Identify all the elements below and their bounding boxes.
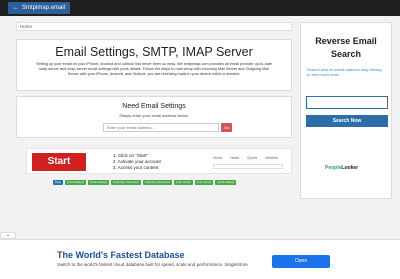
ad-step: 3. Access your content (113, 165, 159, 170)
page-title: Email Settings, SMTP, IMAP Server (55, 45, 253, 59)
settings-form-panel: Need Email Settings Simply enter your em… (16, 96, 292, 138)
ad-nav-item[interactable]: News (230, 156, 239, 160)
ad-banner[interactable]: Start 1. Click on "Start" 2. Activate yo… (26, 148, 292, 174)
sidebar-title: Reverse Email Search (315, 36, 377, 59)
ad-nav: Home News Sports Weather (213, 156, 278, 160)
brand-link[interactable]: ← Smtpimap.email (8, 2, 71, 14)
sidebar-lead: Search who an email address may belong t… (307, 67, 382, 77)
reverse-search-sidebar: Reverse Email Search Search who an email… (300, 22, 392, 199)
tag-item[interactable]: smtp server (194, 180, 214, 185)
peoplelooker-logo[interactable]: PeopleLooker (325, 165, 358, 171)
search-now-button[interactable]: Search Now (306, 115, 388, 127)
tags-label: Tags (53, 180, 63, 185)
logo-part: Looker (341, 165, 359, 171)
bottom-ad-description: Switch to the world's fastest cloud data… (57, 262, 248, 267)
bottom-ad-title[interactable]: The World's Fastest Database (57, 250, 185, 260)
tag-list: Tags email settings email settings incom… (53, 180, 237, 185)
search-now-label: Search Now (332, 118, 362, 124)
settings-subheading: Simply enter your email address below. (119, 113, 189, 118)
intro-panel: Email Settings, SMTP, IMAP Server Settin… (16, 39, 292, 91)
breadcrumb-home[interactable]: Home (20, 24, 32, 29)
open-button[interactable]: Open (272, 255, 330, 268)
brand-label: Smtpimap.email (22, 5, 66, 11)
top-navbar: ← Smtpimap.email (0, 0, 400, 16)
bottom-ad-banner[interactable]: The World's Fastest Database Switch to t… (0, 239, 400, 279)
collapse-ad-toggle[interactable]: ⌄ (0, 232, 16, 239)
chevron-down-icon: ⌄ (5, 232, 11, 238)
ad-nav-item[interactable]: Home (213, 156, 222, 160)
ad-steps: 1. Click on "Start" 2. Activate your acc… (113, 153, 161, 171)
ad-search-box[interactable] (213, 164, 283, 169)
reverse-search-input[interactable] (306, 96, 388, 109)
tag-item[interactable]: imap server (173, 180, 193, 185)
back-arrow-icon: ← (13, 5, 19, 11)
email-input[interactable] (103, 123, 219, 132)
settings-heading: Need Email Settings (122, 103, 186, 110)
ad-start-button[interactable]: Start (32, 153, 86, 171)
logo-part: People (325, 165, 342, 171)
tag-item[interactable]: email settings (215, 180, 237, 185)
tag-item[interactable]: incoming mail server (111, 180, 141, 185)
ad-nav-item[interactable]: Weather (265, 156, 278, 160)
breadcrumb: Home (16, 22, 292, 31)
email-form: Go (103, 123, 232, 132)
tag-item[interactable]: outgoing mail server (142, 180, 172, 185)
ad-nav-item[interactable]: Sports (247, 156, 257, 160)
go-button[interactable]: Go (221, 123, 232, 132)
tag-item[interactable]: email settings (88, 180, 110, 185)
tag-item[interactable]: email settings (64, 180, 87, 185)
page-description: Setting up your email on your iPhone, An… (35, 62, 273, 77)
